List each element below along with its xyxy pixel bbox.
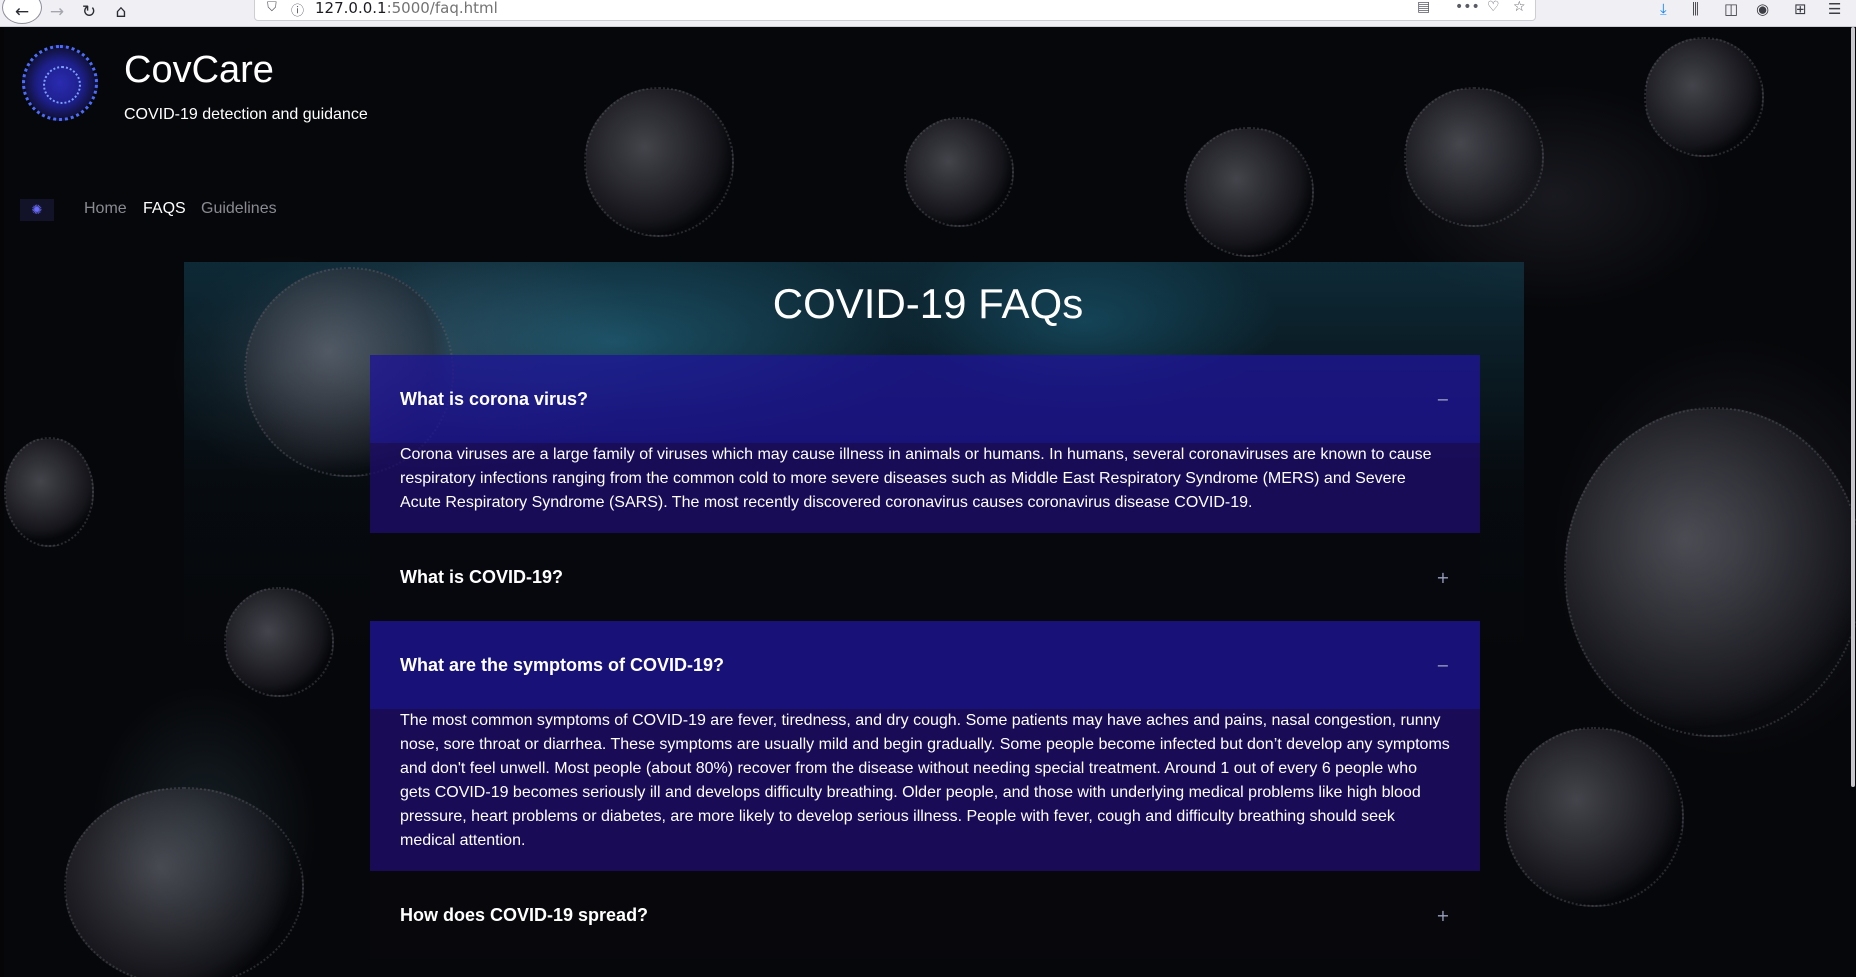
faq-question: What is COVID-19? [400, 566, 564, 587]
nav-link-home[interactable]: Home [84, 200, 127, 218]
faq-question-toggle[interactable]: What is COVID-19? + [370, 533, 1480, 621]
faq-item: What is COVID-19? + [370, 533, 1480, 621]
page: CovCare COVID-19 detection and guidance … [4, 27, 1856, 977]
page-scrollbar[interactable] [1850, 27, 1856, 977]
faq-question: How does COVID-19 spread? [400, 904, 649, 925]
faq-item: What are the symptoms of COVID-19? − The… [370, 621, 1480, 871]
back-button[interactable]: ← [2, 0, 42, 24]
collapse-icon[interactable]: − [1436, 390, 1450, 409]
sidebar-icon[interactable]: ◫ [1724, 0, 1738, 18]
address-bar[interactable]: ⛉ ⓘ 127.0.0.1:5000/faq.html ▤ ••• ♡ ☆ [254, 0, 1536, 21]
virus-illustration [1184, 127, 1314, 257]
covcare-logo [22, 45, 98, 121]
faq-question: What is corona virus? [400, 388, 589, 409]
url-host: 127.0.0.1 [315, 0, 387, 17]
faq-answer: Corona viruses are a large family of vir… [370, 443, 1480, 533]
faq-page-title: COVID-19 FAQs [772, 280, 1084, 327]
menu-icon[interactable]: ☰ [1828, 0, 1841, 18]
expand-icon[interactable]: + [1436, 568, 1450, 587]
faq-item: How does COVID-19 spread? + [370, 871, 1480, 959]
faq-accordion: What is corona virus? − Corona viruses a… [370, 355, 1480, 959]
nav-logo-icon[interactable]: ✺ [20, 199, 54, 221]
collapse-icon[interactable]: − [1436, 656, 1450, 675]
virus-illustration [4, 437, 94, 547]
virus-illustration [1564, 407, 1856, 737]
browser-toolbar: ← → ↻ ⌂ ⛉ ⓘ 127.0.0.1:5000/faq.html ▤ ••… [0, 0, 1856, 27]
expand-icon[interactable]: + [1436, 906, 1450, 925]
more-actions-icon[interactable]: ••• [1455, 0, 1480, 15]
url-path: :5000/faq.html [386, 0, 498, 17]
faq-question: What are the symptoms of COVID-19? [400, 654, 725, 675]
home-button[interactable]: ⌂ [106, 0, 136, 24]
nav-link-guidelines[interactable]: Guidelines [201, 200, 277, 218]
virus-illustration [904, 117, 1014, 227]
virus-illustration [224, 587, 334, 697]
pocket-icon[interactable]: ♡ [1487, 0, 1500, 15]
library-icon[interactable]: ⫼ [1692, 0, 1699, 18]
faq-question-toggle[interactable]: How does COVID-19 spread? + [370, 871, 1480, 959]
account-icon[interactable]: ◉ [1756, 0, 1769, 18]
nav-link-faqs[interactable]: FAQS [143, 200, 186, 218]
virus-illustration [1404, 87, 1544, 227]
virus-illustration [1504, 727, 1684, 907]
site-title: CovCare [124, 49, 274, 91]
faq-item: What is corona virus? − Corona viruses a… [370, 355, 1480, 533]
reader-view-icon[interactable]: ▤ [1417, 0, 1430, 15]
faq-answer: The most common symptoms of COVID-19 are… [370, 709, 1480, 871]
virus-illustration [584, 87, 734, 237]
site-subtitle: COVID-19 detection and guidance [124, 106, 368, 123]
scrollbar-thumb[interactable] [1851, 27, 1855, 787]
virus-illustration [1644, 37, 1764, 157]
bookmark-star-icon[interactable]: ☆ [1513, 0, 1526, 15]
shield-icon[interactable]: ⛉ [267, 0, 277, 15]
info-icon[interactable]: ⓘ [291, 0, 304, 19]
downloads-icon[interactable]: ⤓ [1660, 0, 1667, 18]
url-text[interactable]: 127.0.0.1:5000/faq.html [315, 0, 498, 17]
reload-button[interactable]: ↻ [74, 0, 104, 24]
faq-question-toggle[interactable]: What are the symptoms of COVID-19? − [370, 621, 1480, 709]
faq-question-toggle[interactable]: What is corona virus? − [370, 355, 1480, 443]
forward-button[interactable]: → [42, 0, 72, 24]
extensions-icon[interactable]: ⊞ [1794, 0, 1807, 18]
virus-illustration [64, 787, 304, 977]
